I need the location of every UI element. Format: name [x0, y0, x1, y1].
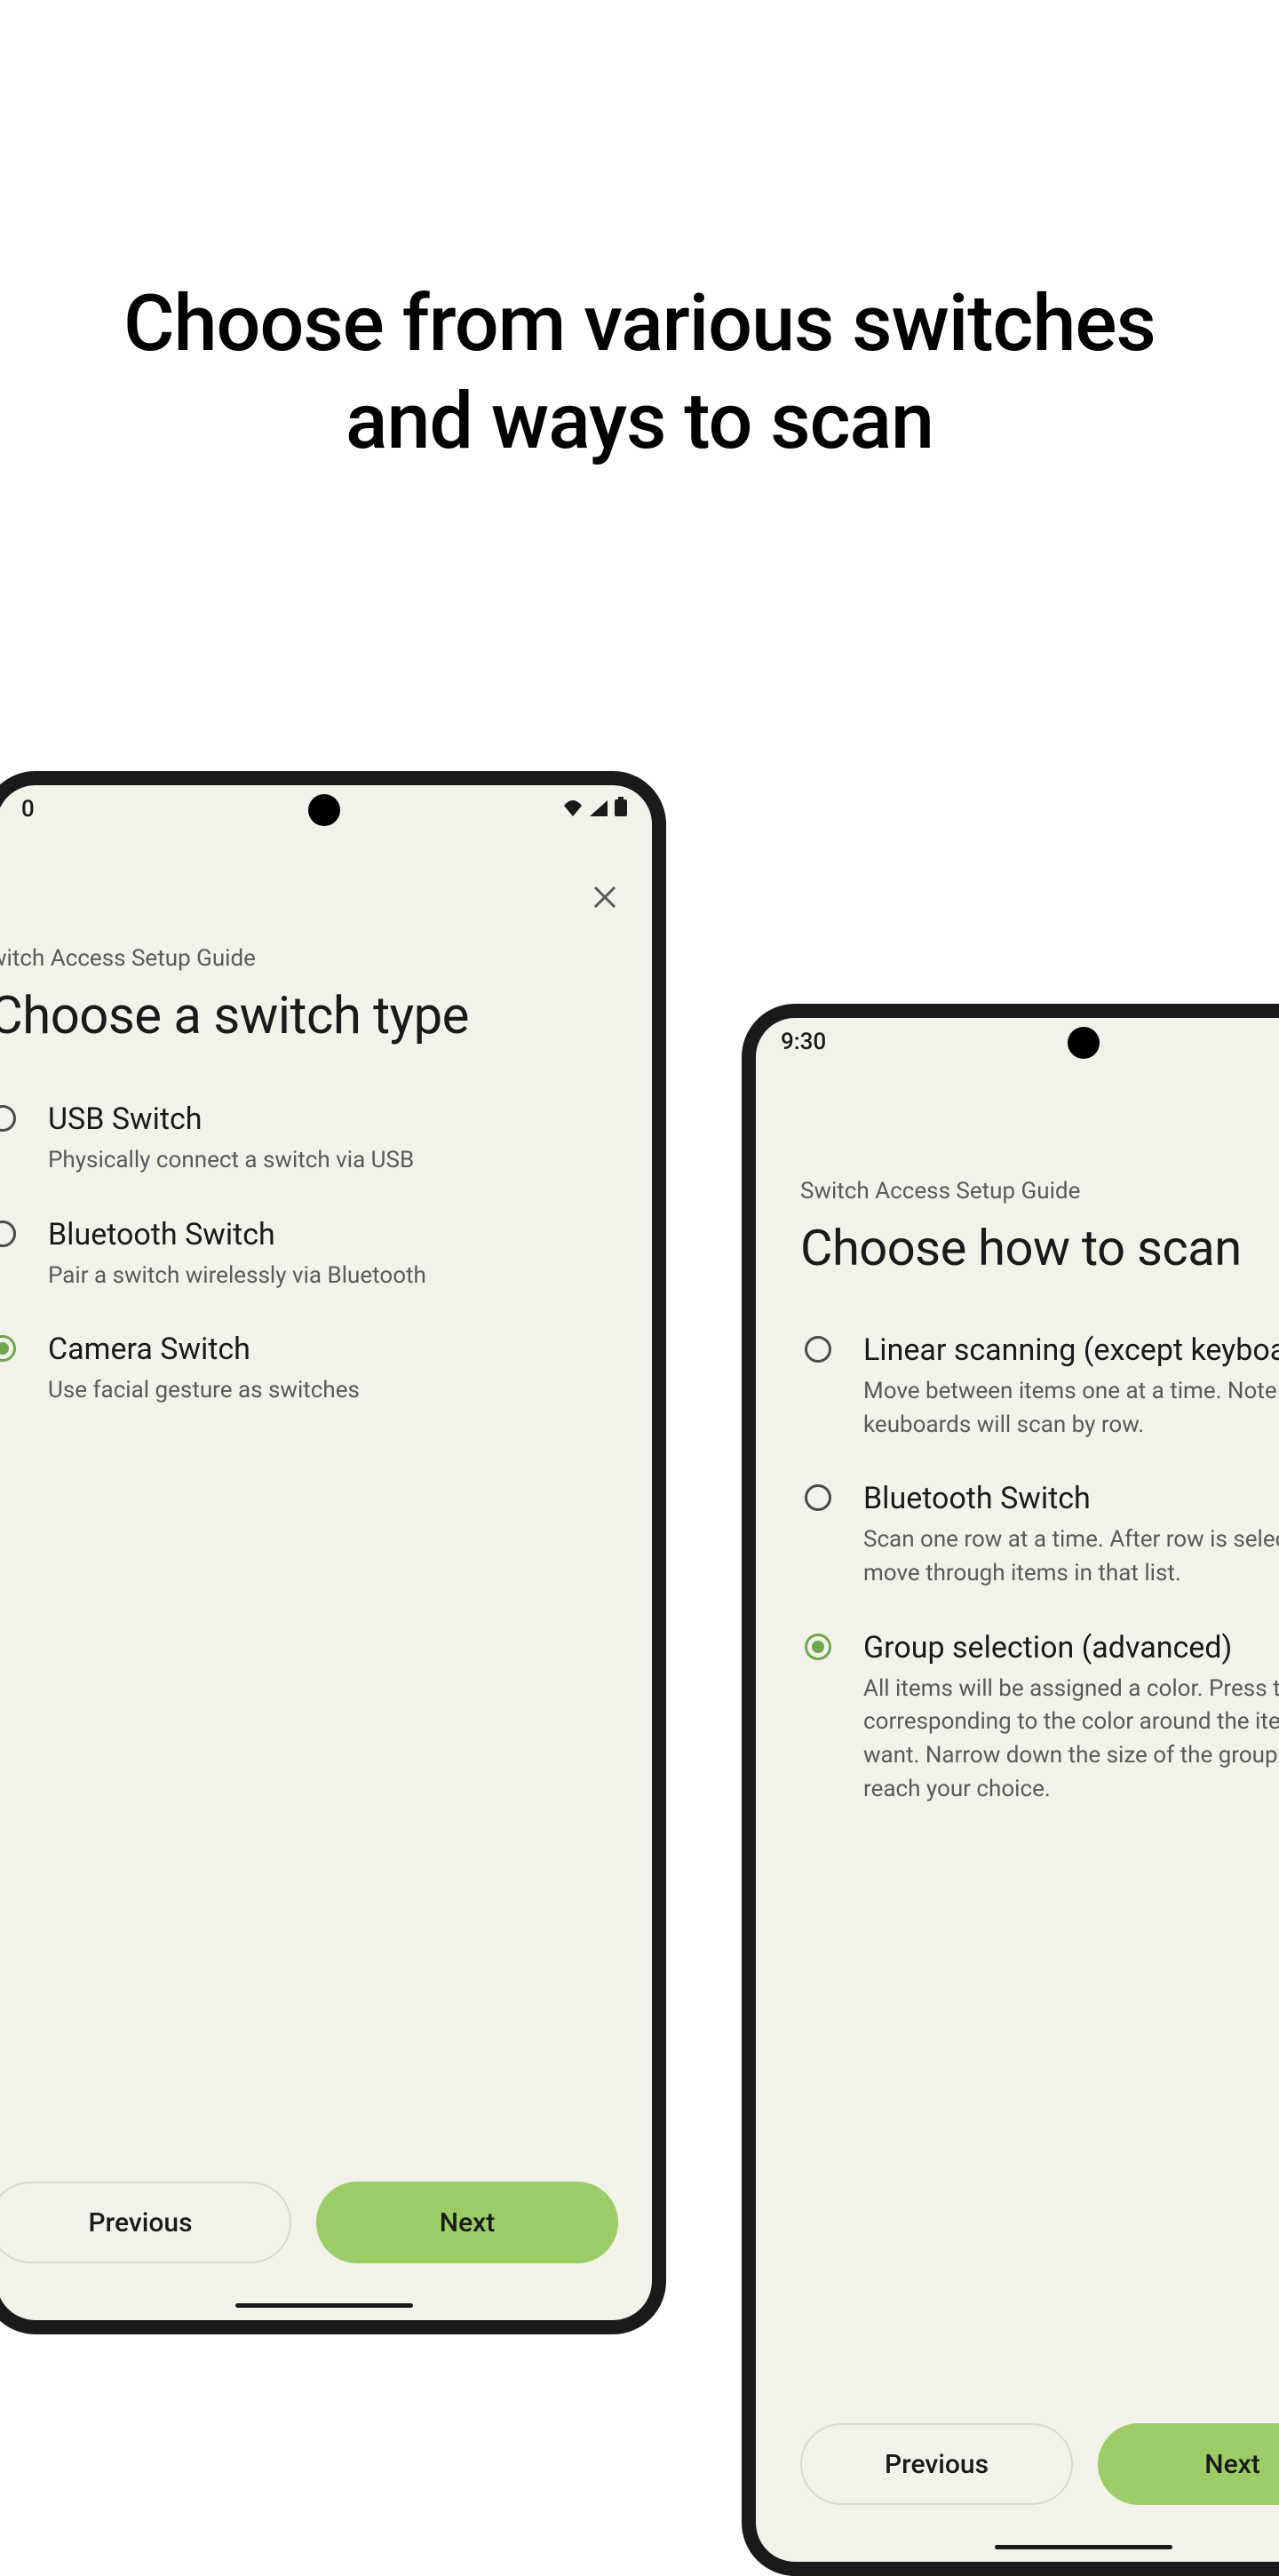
option-title: USB Switch [48, 1101, 643, 1137]
radio-icon-selected [805, 1634, 831, 1660]
option-desc: Use facial gesture as switches [48, 1374, 643, 1408]
radio-icon [0, 1105, 16, 1132]
phone-mockup-left: 0 witch Access Setup Guide Choose a swit… [0, 771, 666, 2334]
option-desc: Pair a switch wirelessly via Bluetooth [48, 1260, 643, 1293]
previous-button[interactable]: Previous [800, 2423, 1073, 2505]
camera-hole-icon [1068, 1027, 1100, 1059]
next-button[interactable]: Next [316, 2182, 618, 2263]
guide-label: witch Access Setup Guide [0, 945, 652, 972]
radio-icon [805, 1336, 831, 1363]
footer-buttons: Previous Next [756, 2423, 1279, 2505]
option-bluetooth-switch[interactable]: Bluetooth Switch Pair a switch wirelessl… [0, 1197, 652, 1313]
next-button[interactable]: Next [1098, 2423, 1279, 2505]
status-time: 9:30 [781, 1029, 826, 1055]
battery-icon [615, 796, 627, 823]
radio-icon [805, 1484, 831, 1511]
footer-buttons: Previous Next [0, 2182, 652, 2263]
page-headline: Choose from various switchesand ways to … [0, 275, 1279, 471]
status-time: 0 [21, 796, 35, 823]
option-desc: All items will be assigned a color. Pres… [863, 1673, 1279, 1807]
camera-hole-icon [308, 794, 340, 826]
previous-button[interactable]: Previous [0, 2182, 291, 2263]
radio-icon [0, 1220, 16, 1247]
option-title: Group selection (advanced) [863, 1630, 1279, 1666]
wifi-icon [563, 796, 583, 823]
option-title: Camera Switch [48, 1332, 643, 1367]
radio-icon-selected [0, 1335, 16, 1362]
guide-label: Switch Access Setup Guide [756, 1178, 1279, 1205]
option-group-selection[interactable]: Group selection (advanced) All items wil… [756, 1610, 1279, 1826]
option-desc: Move between items one at a time. Note t… [863, 1375, 1279, 1442]
home-indicator[interactable] [235, 2303, 413, 2308]
status-icons [563, 796, 627, 823]
option-title: Linear scanning (except keyboa [863, 1332, 1279, 1368]
status-bar: 9:30 [756, 1018, 1279, 1062]
phone-mockup-right: 9:30 Switch Access Setup Guide Choose ho… [742, 1004, 1279, 2576]
option-linear-scanning[interactable]: Linear scanning (except keyboa Move betw… [756, 1313, 1279, 1461]
option-desc: Physically connect a switch via USB [48, 1144, 643, 1178]
option-bluetooth-switch-scan[interactable]: Bluetooth Switch Scan one row at a time.… [756, 1461, 1279, 1610]
option-desc: Scan one row at a time. After row is sel… [863, 1523, 1279, 1590]
option-title: Bluetooth Switch [863, 1481, 1279, 1516]
home-indicator[interactable] [995, 2545, 1172, 2549]
screen-title: Choose how to scan [756, 1205, 1279, 1313]
option-usb-switch[interactable]: USB Switch Physically connect a switch v… [0, 1082, 652, 1197]
screen-title: Choose a switch type [0, 972, 652, 1082]
close-button[interactable] [592, 881, 618, 918]
option-camera-switch[interactable]: Camera Switch Use facial gesture as swit… [0, 1312, 652, 1427]
status-bar: 0 [0, 785, 652, 830]
signal-icon [590, 796, 608, 823]
option-title: Bluetooth Switch [48, 1217, 643, 1252]
